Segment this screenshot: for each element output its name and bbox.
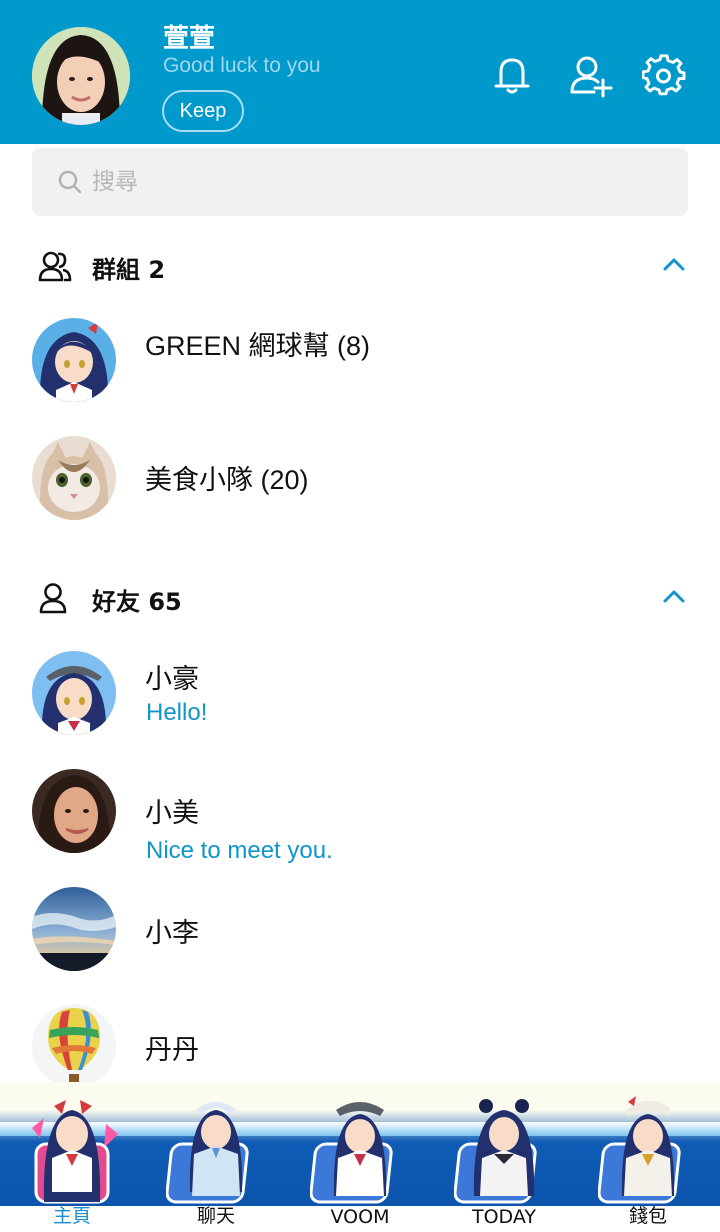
nav-label: TODAY: [472, 1206, 536, 1228]
wallet-character-icon: [598, 1096, 681, 1204]
gear-icon[interactable]: [641, 54, 686, 98]
nav-tab-chat[interactable]: 聊天: [144, 1082, 288, 1232]
avatar: [32, 436, 116, 520]
list-item[interactable]: GREEN 網球幫 (8): [0, 318, 720, 428]
chevron-up-icon[interactable]: [662, 588, 686, 604]
chat-character-icon: [166, 1102, 249, 1204]
friend-name: 小豪: [145, 664, 199, 694]
list-item[interactable]: 小李: [0, 887, 720, 997]
profile-avatar[interactable]: [32, 27, 130, 125]
home-character-icon: [32, 1100, 118, 1204]
list-item[interactable]: 小豪 Hello!: [0, 651, 720, 761]
groups-section-header[interactable]: 群組 2: [0, 236, 720, 296]
list-item[interactable]: 美食小隊 (20): [0, 436, 720, 546]
group-name: 美食小隊 (20): [145, 465, 309, 495]
bell-icon[interactable]: [490, 54, 534, 98]
list-item[interactable]: 小美 Nice to meet you.: [0, 769, 720, 879]
group-name: GREEN 網球幫 (8): [145, 331, 371, 361]
friend-name: 小李: [145, 918, 199, 948]
nav-tab-voom[interactable]: VOOM: [288, 1082, 432, 1232]
avatar: [32, 651, 116, 735]
nav-label: 主頁: [52, 1205, 91, 1227]
nav-tab-today[interactable]: TODAY: [432, 1082, 576, 1232]
nav-label: 聊天: [196, 1205, 235, 1227]
group-icon: [38, 251, 72, 282]
friend-name: 小美: [145, 798, 199, 828]
friend-name: 丹丹: [145, 1035, 199, 1065]
status-message: Good luck to you: [163, 54, 321, 77]
search-bar[interactable]: [32, 148, 688, 216]
search-icon: [58, 170, 82, 194]
voom-character-icon: [310, 1102, 393, 1204]
friend-status-message: Nice to meet you.: [146, 837, 333, 864]
nav-tab-wallet[interactable]: 錢包: [576, 1082, 720, 1232]
person-icon: [39, 583, 67, 614]
profile-header: 萱萱 Good luck to you Keep: [0, 0, 720, 144]
avatar: [32, 318, 116, 402]
keep-button[interactable]: Keep: [162, 90, 244, 132]
friend-status-message: Hello!: [146, 699, 208, 726]
search-input[interactable]: [92, 164, 652, 200]
chevron-up-icon[interactable]: [662, 256, 686, 272]
profile-name: 萱萱: [163, 24, 216, 54]
nav-label: VOOM: [330, 1206, 390, 1228]
bottom-nav: 主頁 聊天 VOOM TODAY 錢包: [0, 1082, 720, 1232]
nav-label: 錢包: [628, 1205, 667, 1227]
today-character-icon: [454, 1099, 537, 1204]
friends-section-title: 好友 65: [92, 588, 182, 616]
nav-tab-home[interactable]: 主頁: [0, 1082, 144, 1232]
groups-section-title: 群組 2: [92, 256, 166, 284]
friends-section-header[interactable]: 好友 65: [0, 568, 720, 628]
profile-photo: [32, 27, 130, 125]
avatar: [32, 1004, 116, 1088]
avatar: [32, 887, 116, 971]
add-friend-icon[interactable]: [568, 54, 613, 98]
avatar: [32, 769, 116, 853]
